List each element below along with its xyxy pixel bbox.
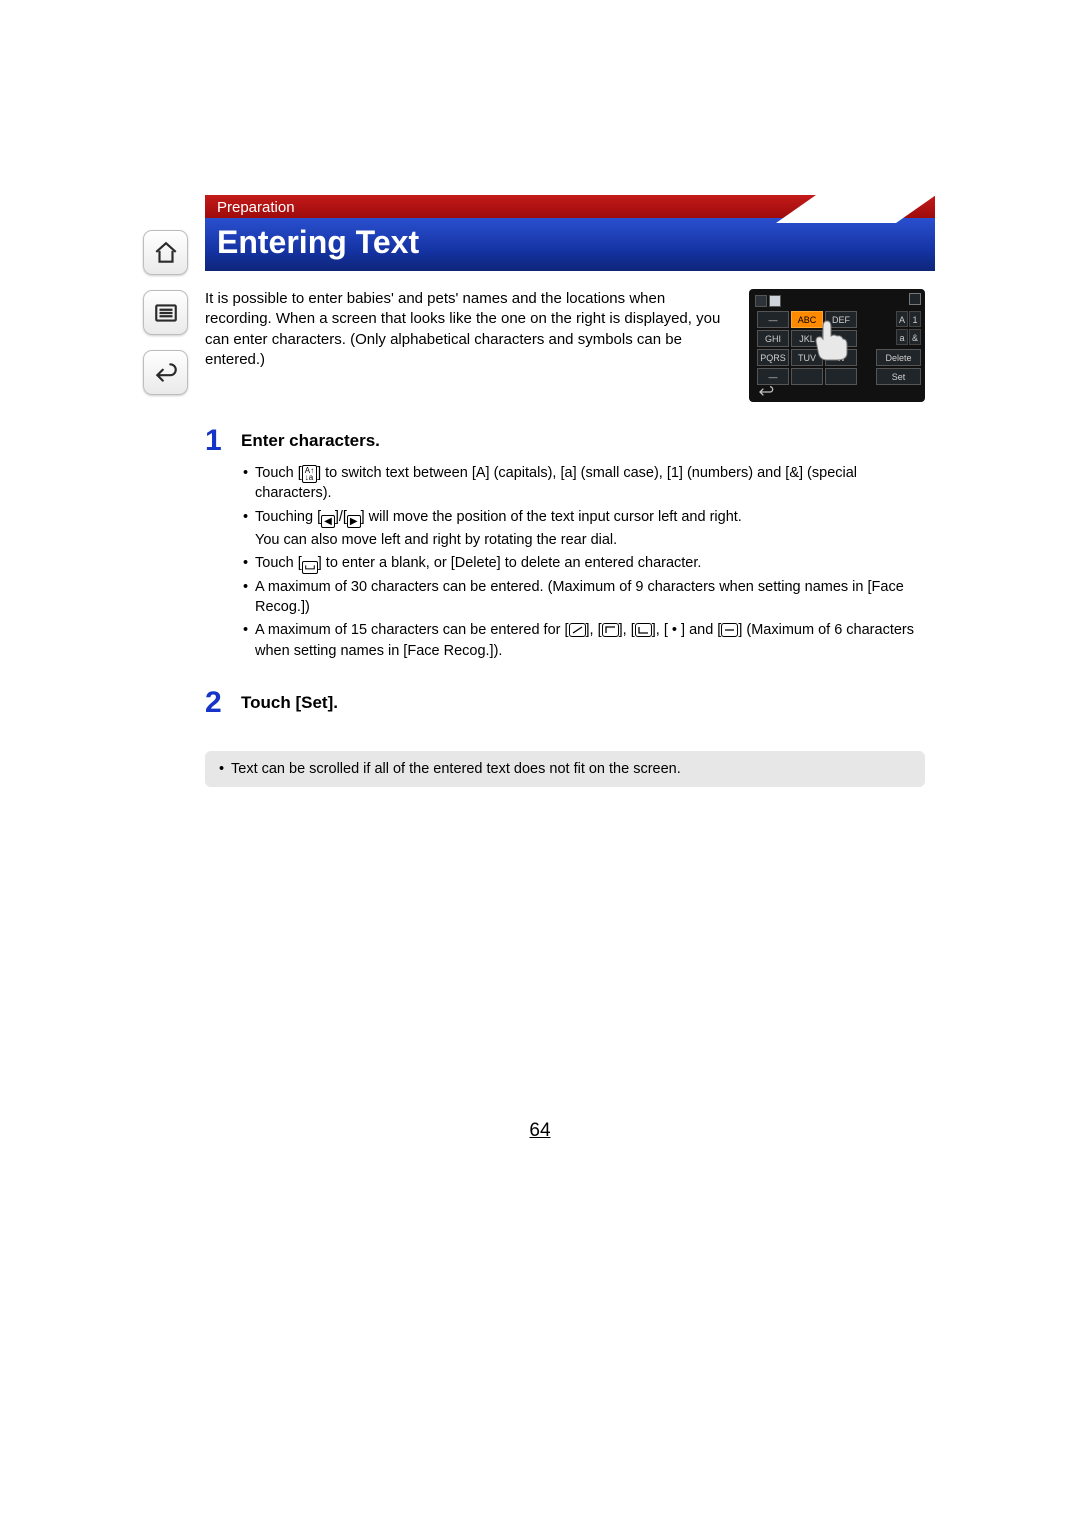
note-text: Text can be scrolled if all of the enter…: [219, 761, 911, 777]
thumb-return-icon: [754, 384, 778, 399]
note-box: Text can be scrolled if all of the enter…: [205, 751, 925, 787]
right-arrow-icon: ▶: [347, 515, 361, 528]
page-number[interactable]: 64: [0, 1120, 1080, 1142]
step-bullets: Touch [A↑↓a] to switch text between [A] …: [241, 463, 925, 661]
diag-glyph-icon: [569, 623, 586, 637]
step-title: Enter characters.: [241, 430, 925, 453]
bullet-item: Touch [A↑↓a] to switch text between [A] …: [241, 463, 925, 504]
step-2: 2 Touch [Set].: [205, 688, 925, 725]
thumb-set-key: Set: [876, 368, 921, 385]
mode-switch-icon: A↑↓a: [302, 465, 317, 483]
bullet-item: A maximum of 30 characters can be entere…: [241, 577, 925, 618]
bottom-bracket-icon: [635, 623, 652, 637]
page-content: Preparation Entering Text It is possible…: [150, 195, 935, 787]
step-1: 1 Enter characters. Touch [A↑↓a] to swit…: [205, 426, 925, 664]
left-arrow-icon: ◀: [321, 515, 335, 528]
top-bracket-icon: [602, 623, 619, 637]
keypad-thumbnail: — ABC DEF A1 a& GHI JKL PQRS TUV W: [749, 289, 925, 402]
bullet-item: Touch [] to enter a blank, or [Delete] t…: [241, 553, 925, 574]
dash-glyph-icon: [721, 623, 738, 637]
space-icon: [302, 561, 318, 574]
thumb-delete-key: Delete: [876, 349, 921, 366]
step-title: Touch [Set].: [241, 692, 925, 715]
intro-paragraph: It is possible to enter babies' and pets…: [205, 289, 735, 402]
page-header: Preparation Entering Text: [205, 195, 935, 271]
page-title: Entering Text: [205, 218, 935, 271]
bullet-subline: You can also move left and right by rota…: [241, 530, 925, 550]
step-number: 1: [205, 426, 241, 664]
bullet-item: A maximum of 15 characters can be entere…: [241, 620, 925, 661]
step-number: 2: [205, 688, 241, 725]
bullet-item: Touching [◀]/[▶] will move the position …: [241, 507, 925, 528]
